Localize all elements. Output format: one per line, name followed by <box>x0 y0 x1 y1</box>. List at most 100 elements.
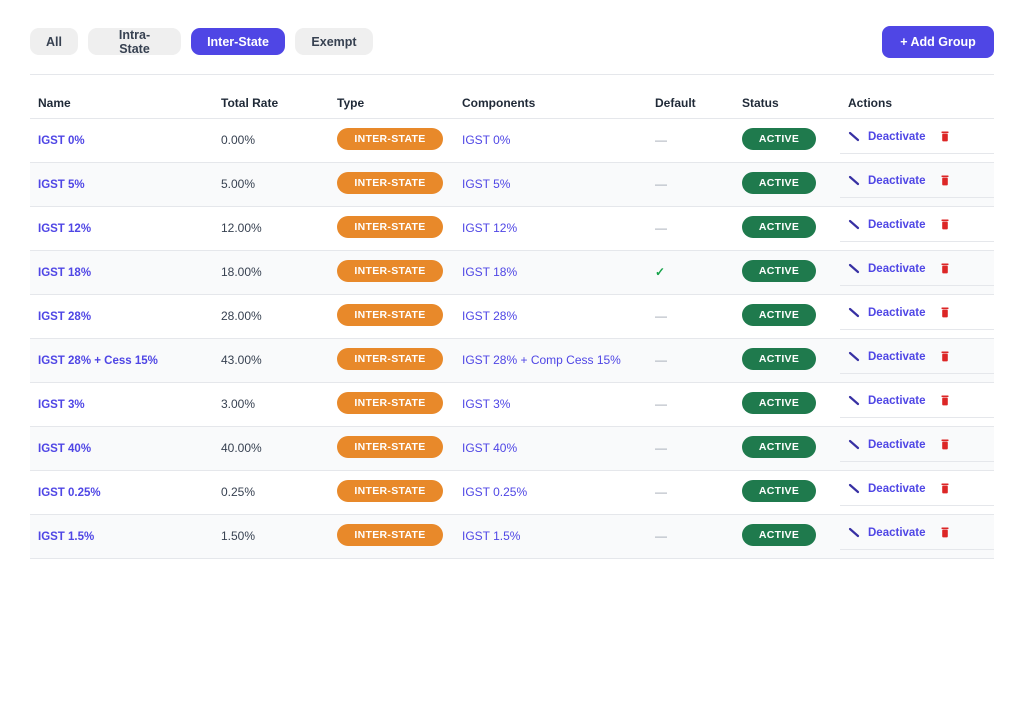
default-indicator: — <box>655 485 667 499</box>
group-name-link[interactable]: IGST 40% <box>38 443 91 455</box>
status-badge: ACTIVE <box>742 391 816 414</box>
group-name-link[interactable]: IGST 28% <box>38 311 91 323</box>
deactivate-button[interactable]: Deactivate <box>868 483 926 495</box>
edit-icon[interactable] <box>848 483 860 495</box>
group-name-link[interactable]: IGST 0.25% <box>38 487 101 499</box>
table-row: IGST 28% + Cess 15% 43.00% INTER-STATE I… <box>30 338 994 383</box>
tab-all[interactable]: All <box>30 28 78 55</box>
edit-icon[interactable] <box>848 131 860 143</box>
status-badge: ACTIVE <box>742 347 816 370</box>
delete-icon[interactable] <box>940 527 950 538</box>
default-indicator: — <box>655 529 667 543</box>
deactivate-button[interactable]: Deactivate <box>868 439 926 451</box>
type-badge: INTER-STATE <box>337 171 443 194</box>
table-row: IGST 5% 5.00% INTER-STATE IGST 5% — ACTI… <box>30 162 994 207</box>
row-actions: Deactivate <box>840 340 994 374</box>
type-badge: INTER-STATE <box>337 347 443 370</box>
deactivate-button[interactable]: Deactivate <box>868 131 926 143</box>
deactivate-button[interactable]: Deactivate <box>868 307 926 319</box>
column-header-type: Type <box>329 88 454 119</box>
tab-inter-state[interactable]: Inter-State <box>191 28 285 55</box>
components-text: IGST 28% + Comp Cess 15% <box>462 353 621 367</box>
type-badge: INTER-STATE <box>337 435 443 458</box>
group-name-link[interactable]: IGST 12% <box>38 223 91 235</box>
table-row: IGST 3% 3.00% INTER-STATE IGST 3% — ACTI… <box>30 382 994 427</box>
total-rate: 43.00% <box>221 353 262 367</box>
edit-icon[interactable] <box>848 263 860 275</box>
edit-icon[interactable] <box>848 351 860 363</box>
row-actions: Deactivate <box>840 428 994 462</box>
row-actions: Deactivate <box>840 472 994 506</box>
deactivate-button[interactable]: Deactivate <box>868 351 926 363</box>
delete-icon[interactable] <box>940 263 950 274</box>
table-header: Name Total Rate Type Components Default … <box>30 88 994 119</box>
default-indicator: — <box>655 353 667 367</box>
components-text: IGST 0% <box>462 133 511 147</box>
group-name-link[interactable]: IGST 28% + Cess 15% <box>38 355 158 367</box>
table-row: IGST 18% 18.00% INTER-STATE IGST 18% ✓ A… <box>30 250 994 295</box>
toolbar-divider <box>30 74 994 75</box>
delete-icon[interactable] <box>940 439 950 450</box>
components-text: IGST 0.25% <box>462 485 528 499</box>
delete-icon[interactable] <box>940 219 950 230</box>
edit-icon[interactable] <box>848 175 860 187</box>
status-badge: ACTIVE <box>742 479 816 502</box>
edit-icon[interactable] <box>848 307 860 319</box>
deactivate-button[interactable]: Deactivate <box>868 175 926 187</box>
default-indicator: — <box>655 221 667 235</box>
total-rate: 5.00% <box>221 177 256 191</box>
add-group-button[interactable]: + Add Group <box>882 26 994 58</box>
edit-icon[interactable] <box>848 395 860 407</box>
table-row: IGST 12% 12.00% INTER-STATE IGST 12% — A… <box>30 206 994 251</box>
deactivate-button[interactable]: Deactivate <box>868 527 926 539</box>
type-badge: INTER-STATE <box>337 127 443 150</box>
tab-exempt[interactable]: Exempt <box>295 28 373 55</box>
column-header-total-rate: Total Rate <box>213 88 329 119</box>
table-row: IGST 0.25% 0.25% INTER-STATE IGST 0.25% … <box>30 470 994 515</box>
type-badge: INTER-STATE <box>337 479 443 502</box>
row-actions: Deactivate <box>840 516 994 550</box>
table-row: IGST 28% 28.00% INTER-STATE IGST 28% — A… <box>30 294 994 339</box>
status-badge: ACTIVE <box>742 523 816 546</box>
group-name-link[interactable]: IGST 3% <box>38 399 85 411</box>
components-text: IGST 12% <box>462 221 518 235</box>
components-text: IGST 28% <box>462 309 518 323</box>
row-actions: Deactivate <box>840 252 994 286</box>
total-rate: 40.00% <box>221 441 262 455</box>
group-name-link[interactable]: IGST 1.5% <box>38 531 94 543</box>
group-name-link[interactable]: IGST 0% <box>38 135 85 147</box>
delete-icon[interactable] <box>940 395 950 406</box>
status-badge: ACTIVE <box>742 127 816 150</box>
column-header-default: Default <box>647 88 734 119</box>
delete-icon[interactable] <box>940 175 950 186</box>
tab-intra-state[interactable]: Intra-State <box>88 28 181 56</box>
total-rate: 0.25% <box>221 485 256 499</box>
edit-icon[interactable] <box>848 219 860 231</box>
total-rate: 12.00% <box>221 221 262 235</box>
table-row: IGST 40% 40.00% INTER-STATE IGST 40% — A… <box>30 426 994 471</box>
status-badge: ACTIVE <box>742 259 816 282</box>
row-actions: Deactivate <box>840 208 994 242</box>
table-row: IGST 0% 0.00% INTER-STATE IGST 0% — ACTI… <box>30 118 994 163</box>
column-header-name: Name <box>30 88 213 119</box>
row-actions: Deactivate <box>840 296 994 330</box>
table-row: IGST 1.5% 1.50% INTER-STATE IGST 1.5% — … <box>30 514 994 559</box>
delete-icon[interactable] <box>940 483 950 494</box>
delete-icon[interactable] <box>940 131 950 142</box>
delete-icon[interactable] <box>940 307 950 318</box>
group-name-link[interactable]: IGST 18% <box>38 267 91 279</box>
deactivate-button[interactable]: Deactivate <box>868 263 926 275</box>
type-badge: INTER-STATE <box>337 391 443 414</box>
edit-icon[interactable] <box>848 527 860 539</box>
edit-icon[interactable] <box>848 439 860 451</box>
group-name-link[interactable]: IGST 5% <box>38 179 85 191</box>
delete-icon[interactable] <box>940 351 950 362</box>
default-indicator: — <box>655 397 667 411</box>
components-text: IGST 1.5% <box>462 529 521 543</box>
row-actions: Deactivate <box>840 164 994 198</box>
components-text: IGST 18% <box>462 265 518 279</box>
total-rate: 28.00% <box>221 309 262 323</box>
default-indicator: — <box>655 309 667 323</box>
deactivate-button[interactable]: Deactivate <box>868 219 926 231</box>
deactivate-button[interactable]: Deactivate <box>868 395 926 407</box>
